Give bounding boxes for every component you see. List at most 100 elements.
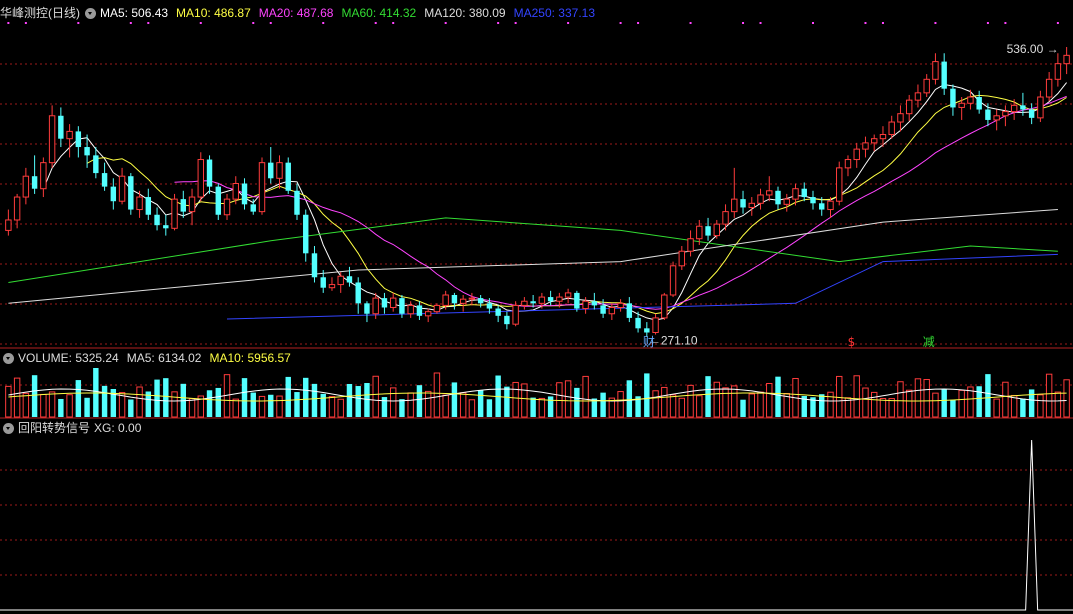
volume-title: VOLUME: 5325.24 xyxy=(18,351,119,365)
candle-body-up xyxy=(40,162,47,190)
candle-body-up xyxy=(1002,111,1009,117)
signal-dot xyxy=(129,22,132,24)
candle-body-down xyxy=(381,298,388,308)
candle-body-up xyxy=(512,304,519,325)
candle-body-up xyxy=(853,148,860,161)
high-price-label: 536.00 → xyxy=(1007,42,1059,56)
signal-dot xyxy=(374,22,377,24)
candle-body-up xyxy=(232,183,239,200)
candle-body-down xyxy=(504,315,510,325)
signal-dot xyxy=(514,22,517,24)
candle-body-up xyxy=(888,121,895,136)
candle-body-down xyxy=(635,317,641,329)
signal-line xyxy=(0,439,1073,611)
candle-body-up xyxy=(521,300,528,306)
candle-body-down xyxy=(495,308,501,316)
volume-bar-down xyxy=(600,392,606,417)
candle-body-up xyxy=(932,61,939,80)
dropdown-circle-icon[interactable] xyxy=(85,7,96,19)
candle-body-up xyxy=(459,298,467,304)
event-marker: 减 xyxy=(923,335,935,349)
candle-body-down xyxy=(477,298,484,304)
volume-bar-down xyxy=(268,394,274,417)
event-marker: $ xyxy=(848,335,856,349)
volume-bar-up xyxy=(512,381,519,418)
volume-bar-down xyxy=(547,396,554,417)
candle-body-down xyxy=(985,109,991,120)
volume-bar-down xyxy=(285,376,291,417)
candle-body-down xyxy=(950,88,956,108)
volume-bar-down xyxy=(241,378,248,417)
signal-dot xyxy=(864,22,867,24)
signal-dot xyxy=(619,22,622,24)
volume-bar-down xyxy=(775,376,781,417)
volume-bar-down xyxy=(941,389,947,417)
candle-body-up xyxy=(582,300,589,310)
volume-bar-up xyxy=(993,398,1000,418)
candle-body-up xyxy=(276,162,283,179)
candle-body-up xyxy=(897,113,904,123)
volume-bar-up xyxy=(905,389,913,418)
volume-bar-down xyxy=(451,382,458,417)
volume-bar-up xyxy=(923,379,930,418)
volume-bar-up xyxy=(862,387,869,418)
ma5-label: MA5: 506.43 xyxy=(100,6,169,20)
volume-bar-up xyxy=(757,391,764,418)
volume-bar-down xyxy=(740,399,746,417)
volume-bar-up xyxy=(748,393,755,418)
signal-dot xyxy=(567,22,570,24)
candle-body-down xyxy=(128,176,134,210)
volume-bar-up xyxy=(433,372,441,418)
volume-bar-up xyxy=(669,394,677,418)
volume-bar-down xyxy=(530,397,536,417)
volume-bar-up xyxy=(66,394,73,418)
candle-body-down xyxy=(574,292,580,309)
signal-dot xyxy=(811,22,814,24)
indicator-title: 回阳转势信号 xyxy=(18,421,91,435)
candle-body-up xyxy=(862,142,869,150)
candle-body-up xyxy=(1045,78,1053,98)
signal-dot xyxy=(7,22,10,24)
candle-body-down xyxy=(399,298,405,314)
candle-body-up xyxy=(328,284,336,289)
candle-body-down xyxy=(294,190,300,215)
dropdown-circle-icon[interactable] xyxy=(3,422,14,434)
candle-body-down xyxy=(163,225,169,229)
volume-bar-up xyxy=(424,390,432,418)
volume-bar-down xyxy=(985,374,991,417)
candle-body-down xyxy=(285,162,291,191)
volume-bar-down xyxy=(93,368,99,417)
signal-dot xyxy=(637,22,640,24)
candle-body-down xyxy=(486,303,493,309)
volume-bar-up xyxy=(556,382,563,418)
signal-dot xyxy=(24,22,27,24)
dropdown-circle-icon[interactable] xyxy=(3,352,14,364)
volume-bar-up xyxy=(879,397,887,418)
volume-bar-up xyxy=(582,375,589,418)
candle-body-up xyxy=(844,159,852,169)
candle-body-up xyxy=(337,275,344,286)
volume-bar-down xyxy=(128,399,134,417)
candle-body-down xyxy=(145,197,152,215)
candle-body-up xyxy=(879,134,887,140)
ma20-label: MA20: 487.68 xyxy=(258,6,334,20)
candle-body-up xyxy=(905,99,913,115)
signal-dot xyxy=(147,22,150,24)
candle-body-up xyxy=(564,292,572,298)
volume-bar-up xyxy=(538,397,546,418)
candle-body-up xyxy=(48,115,56,164)
volume-bar-up xyxy=(48,391,56,418)
volume-bar-up xyxy=(521,383,528,418)
volume-bar-up xyxy=(13,377,21,418)
volume-bar-up xyxy=(442,394,449,418)
candle-body-up xyxy=(617,302,624,308)
volume-bar-down xyxy=(416,385,423,417)
volume-bar-up xyxy=(713,381,721,418)
signal-dot xyxy=(742,22,745,24)
candle-body-down xyxy=(941,61,947,89)
candle-body-up xyxy=(652,317,659,333)
candle-body-up xyxy=(136,196,143,211)
indicator-xg: XG: 0.00 xyxy=(94,421,142,435)
candle-body-down xyxy=(250,204,256,212)
ma5-line xyxy=(42,82,1067,321)
